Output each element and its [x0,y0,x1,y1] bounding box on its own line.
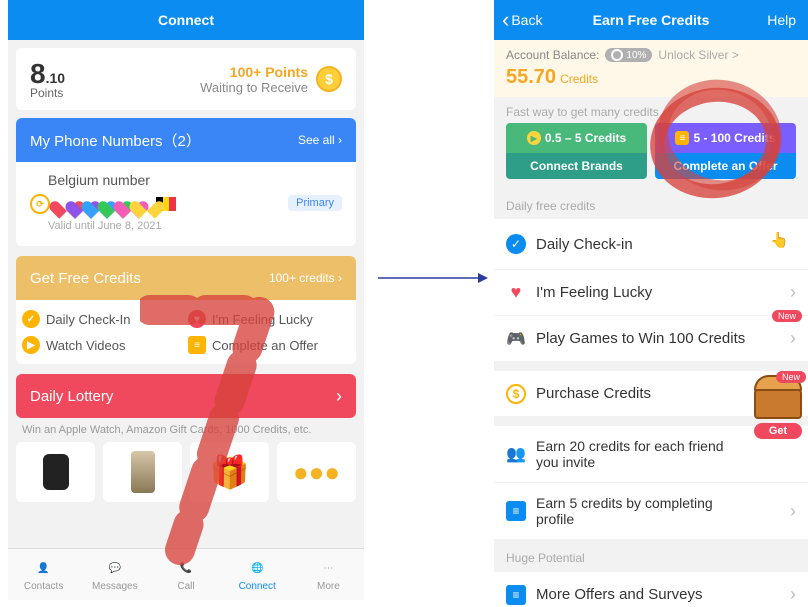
play-icon: ▶ [527,131,541,145]
nav-title: Connect [158,12,214,28]
navbar: ‹Back Earn Free Credits Help [494,0,808,40]
balance-label: Account Balance: [506,48,599,62]
earn-credits-screen: ‹Back Earn Free Credits Help Account Bal… [494,0,808,607]
nav-title: Earn Free Credits [593,12,710,28]
gift-icon: 🎁 [210,453,250,491]
call-icon: 📞 [175,557,197,579]
offer-card-brands[interactable]: ▶0.5 – 5 Credits Connect Brands [506,123,647,179]
section-daily: Daily free credits [494,187,808,219]
waiting-label: Waiting to Receive [200,80,308,95]
tab-contacts[interactable]: 👤Contacts [8,549,79,600]
dollar-icon: $ [506,384,526,404]
lottery-sub: Win an Apple Watch, Amazon Gift Cards, 1… [22,424,350,436]
gamepad-icon: 🎮 [506,329,526,349]
bonus-label: 100+ Points [200,64,308,80]
list-icon: ≡ [675,131,689,145]
numbers-header[interactable]: My Phone Numbers（2） See all › [16,118,356,162]
primary-badge: Primary [288,195,342,211]
tab-more[interactable]: ⋯More [293,549,364,600]
help-link[interactable]: Help [767,12,796,28]
prize-watch[interactable] [16,442,95,502]
messages-icon: 💬 [104,557,126,579]
numbers-body: Belgium number ⟳ Primary Valid until Jun… [16,162,356,246]
credit-item-checkin[interactable]: ✓Daily Check-In [22,310,184,328]
unlock-link[interactable]: Unlock Silver > [658,48,738,62]
check-icon: ✓ [506,234,526,254]
item-lucky[interactable]: ♥ I'm Feeling Lucky› [494,269,808,315]
credits-body: ✓Daily Check-In ♥I'm Feeling Lucky ▶Watc… [16,300,356,364]
numbers-title: My Phone Numbers（2） [30,130,201,151]
balance-panel: Account Balance: 10% Unlock Silver > 55.… [494,40,808,97]
balance-unit: Credits [560,72,598,86]
globe-icon: 🌐 [246,557,268,579]
get-button[interactable]: Get [754,423,802,439]
coins-icon: ●●● [293,457,340,488]
new-badge: New [772,310,802,322]
points-dec: .10 [46,70,65,86]
balance-amount: 55.70 [506,66,556,88]
tap-icon: 👆 [770,231,796,257]
tab-messages[interactable]: 💬Messages [79,549,150,600]
prizes-row: 🎁 ●●● [16,442,356,502]
ring-icon: ⟳ [30,194,50,214]
tab-connect[interactable]: 🌐Connect [222,549,293,600]
contacts-icon: 👤 [33,557,55,579]
arrow-annotation [378,268,488,288]
check-icon: ✓ [22,310,40,328]
play-icon: ▶ [22,336,40,354]
tab-call[interactable]: 📞Call [150,549,221,600]
heart-icon: ♥ [506,283,526,303]
item-profile[interactable]: ≡ Earn 5 credits by completing profile› [494,482,808,539]
navbar: Connect [8,0,364,40]
list-icon: ≡ [188,336,206,354]
item-checkin[interactable]: ✓ Daily Check-in 👆 [494,219,808,269]
new-badge: New [776,371,806,383]
number-name: Belgium number [48,172,150,188]
watch-icon [43,454,69,490]
treasure-chest[interactable]: New Get [754,375,802,439]
section-huge: Huge Potential [494,539,808,571]
list-icon: ≡ [506,585,526,605]
offer-cards: ▶0.5 – 5 Credits Connect Brands ≡5 - 100… [494,123,808,187]
prize-phone[interactable] [103,442,182,502]
offer-card-complete[interactable]: ≡5 - 100 Credits Complete an Offer [655,123,796,179]
prize-gift[interactable]: 🎁 [190,442,269,502]
credit-item-offer[interactable]: ≡Complete an Offer [188,336,350,354]
prize-coins[interactable]: ●●● [277,442,356,502]
tabbar: 👤Contacts 💬Messages 📞Call 🌐Connect ⋯More [8,548,364,600]
lottery-header[interactable]: Daily Lottery › [16,374,356,418]
lottery-title: Daily Lottery [30,388,113,405]
valid-until: Valid until June 8, 2021 [48,220,342,232]
points-bonus-block[interactable]: 100+ Points Waiting to Receive $ [200,64,342,95]
points-card: 8.10 Points 100+ Points Waiting to Recei… [16,48,356,110]
points-int: 8 [30,58,46,89]
rank-pill: 10% [605,48,652,62]
item-more-offers[interactable]: ≡ More Offers and Surveys› [494,571,808,607]
more-icon: ⋯ [317,557,339,579]
hearts-row: ⟳ [30,194,176,214]
credits-header[interactable]: Get Free Credits 100+ credits › [16,256,356,300]
invite-icon: 👥 [506,444,526,464]
credits-more: 100+ credits › [269,271,342,285]
points-label: Points [30,86,65,100]
heart-icon [136,194,158,214]
credit-item-lucky[interactable]: ♥I'm Feeling Lucky [188,310,350,328]
item-games[interactable]: 🎮 Play Games to Win 100 Credits› New [494,315,808,361]
heart-icon: ♥ [188,310,206,328]
see-all-link[interactable]: See all › [298,133,342,147]
credit-item-videos[interactable]: ▶Watch Videos [22,336,184,354]
profile-icon: ≡ [506,501,526,521]
connect-screen: Connect 8.10 Points 100+ Points Waiting … [8,0,364,600]
credits-title: Get Free Credits [30,270,141,287]
phone-icon [131,451,155,493]
back-button[interactable]: ‹Back [502,7,542,33]
fast-label: Fast way to get many credits [494,97,808,123]
coin-icon: $ [316,66,342,92]
